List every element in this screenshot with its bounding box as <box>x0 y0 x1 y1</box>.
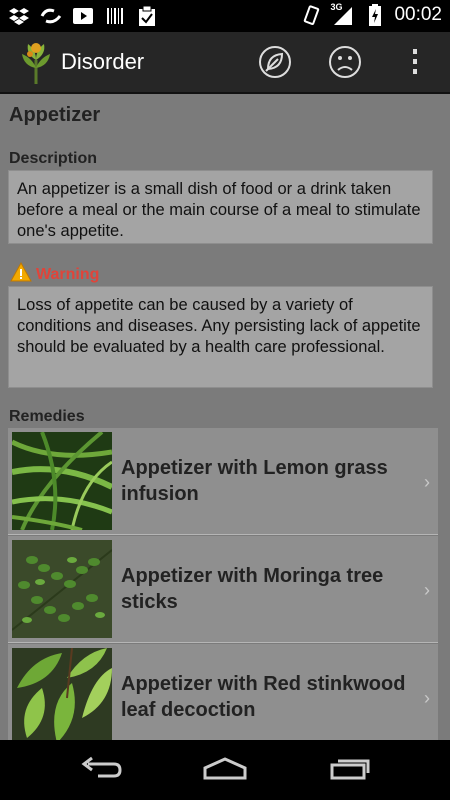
system-icons: 3G 00:02 <box>300 2 442 26</box>
overflow-menu-icon <box>410 47 420 82</box>
back-icon <box>78 756 122 785</box>
description-box: An appetizer is a small dish of food or … <box>8 170 433 244</box>
sad-face-button[interactable] <box>325 44 365 84</box>
remedy-item-lemon-grass[interactable]: Appetizer with Lemon grass infusion › <box>8 428 438 535</box>
leaf-button[interactable] <box>255 44 295 84</box>
warning-label: Warning <box>36 265 100 283</box>
lemon-grass-photo <box>12 432 112 530</box>
action-bar: Disorder <box>0 32 450 94</box>
description-label: Description <box>9 150 98 167</box>
chevron-right-icon: › <box>424 472 430 492</box>
back-button[interactable] <box>70 752 130 788</box>
clipboard-check-icon <box>136 5 158 27</box>
recent-apps-button[interactable] <box>320 752 380 788</box>
remedy-title: Appetizer with Moringa tree sticks <box>121 565 384 613</box>
status-bar: 3G 00:02 <box>0 0 450 32</box>
app-logo-icon[interactable] <box>18 40 54 84</box>
vibrate-icon <box>300 4 322 26</box>
home-icon <box>201 756 249 785</box>
status-clock: 00:02 <box>394 4 442 25</box>
remedy-title: Appetizer with Lemon grass infusion <box>121 457 388 505</box>
warning-triangle-icon <box>10 261 32 287</box>
overflow-menu-button[interactable] <box>395 44 435 84</box>
sad-face-icon <box>328 45 362 84</box>
remedies-label: Remedies <box>9 408 85 425</box>
moringa-leaves-photo <box>12 540 112 638</box>
leaf-icon <box>258 45 292 84</box>
warning-header: Warning <box>10 261 100 287</box>
youtube-icon <box>72 5 94 27</box>
home-button[interactable] <box>195 752 255 788</box>
signal-3g-icon: 3G <box>330 2 356 26</box>
remedy-title: Appetizer with Red stinkwood leaf decoct… <box>121 673 406 721</box>
app-title: Disorder <box>61 49 145 74</box>
chevron-right-icon: › <box>424 580 430 600</box>
network-type: 3G <box>330 2 343 12</box>
remedy-item-stinkwood[interactable]: Appetizer with Red stinkwood leaf decoct… <box>8 644 438 740</box>
warning-box: Loss of appetite can be caused by a vari… <box>8 286 433 388</box>
navigation-bar <box>0 740 450 800</box>
battery-charging-icon <box>364 4 386 26</box>
page-title: Appetizer <box>9 104 101 126</box>
dropbox-icon <box>8 5 30 27</box>
remedy-item-moringa[interactable]: Appetizer with Moringa tree sticks › <box>8 536 438 643</box>
disorder-content[interactable]: Appetizer Description An appetizer is a … <box>0 94 450 740</box>
chevron-right-icon: › <box>424 688 430 708</box>
sync-icon <box>40 5 62 27</box>
barcode-icon <box>104 5 126 27</box>
recent-apps-icon <box>328 756 372 785</box>
notification-icons <box>8 5 158 27</box>
stinkwood-leaves-photo <box>12 648 112 740</box>
